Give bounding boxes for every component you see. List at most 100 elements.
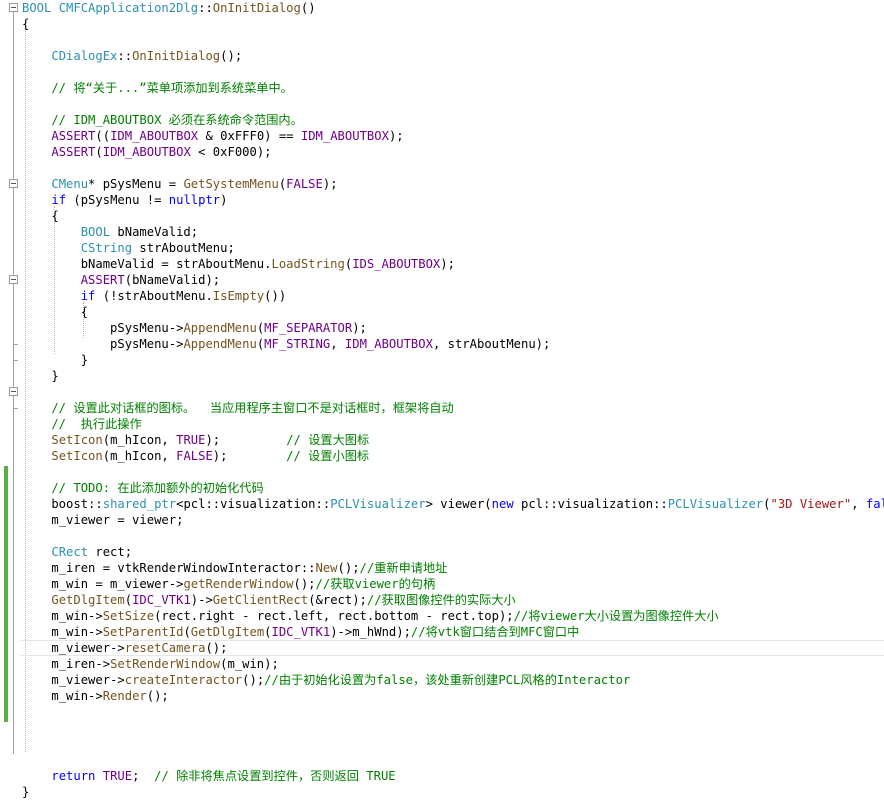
code-token: (( [95,129,111,143]
code-line[interactable]: ASSERT(IDM_ABOUTBOX < 0xF000); [22,144,271,160]
code-line[interactable]: } [22,352,88,368]
code-line[interactable]: m_viewer = viewer; [22,512,183,528]
code-line[interactable]: // IDM_ABOUTBOX 必须在系统命令范围内。 [22,112,302,128]
code-line[interactable]: // TODO: 在此添加额外的初始化代码 [22,480,263,496]
code-token: //由于初始化设置为false，该处重新创建PCL风格的Interactor [264,673,631,687]
code-token: FALSE [176,449,213,463]
code-line[interactable]: { [22,304,88,320]
code-editor[interactable]: BOOL CMFCApplication2Dlg::OnInitDialog()… [0,0,884,799]
code-token: :: [198,1,213,15]
code-token: BOOL [80,225,111,239]
code-line[interactable]: m_viewer->createInteractor();//由于初始化设置为f… [22,672,630,688]
code-line[interactable]: { [22,16,29,32]
code-token: m_viewer-> [22,641,125,655]
code-token: SetSize [102,609,155,623]
code-token: MF_SEPARATOR [264,321,353,335]
code-line[interactable]: m_win->SetSize(rect.right - rect.left, r… [22,608,718,624]
code-token: CMFCApplication2Dlg [58,1,199,15]
code-token: & 0xFFF0) == [198,129,301,143]
code-token: shared_ptr [102,497,177,511]
code-line[interactable]: ASSERT(bNameValid); [22,272,220,288]
code-token: IDM_ABOUTBOX [110,129,199,143]
code-line[interactable]: { [22,208,58,224]
code-token: pSysMenu-> [22,321,184,335]
code-line[interactable]: // 将“关于...”菜单项添加到系统菜单中。 [22,80,293,96]
code-line[interactable]: } [22,368,58,384]
code-token: ; [132,769,155,783]
code-line[interactable]: if (!strAboutMenu.IsEmpty()) [22,288,286,304]
code-line[interactable]: // 设置此对话框的图标。 当应用程序主窗口不是对话框时，框架将自动 [22,400,453,416]
fold-collapse-icon[interactable] [9,275,18,284]
code-token: m_viewer-> [22,673,125,687]
code-token: //获取viewer的句柄 [315,577,436,591]
code-token: ); [322,177,338,191]
code-token: (&rect); [308,593,367,607]
code-line[interactable]: // 执行此操作 [22,416,141,432]
code-token: New [315,561,338,575]
code-token: (); [293,577,316,591]
code-line[interactable]: m_win->Render(); [22,688,169,704]
fold-collapse-icon[interactable] [9,179,18,188]
fold-collapse-icon[interactable] [9,387,18,396]
code-line[interactable]: SetIcon(m_hIcon, TRUE); // 设置大图标 [22,432,369,448]
code-token: (!strAboutMenu. [95,289,213,303]
code-line[interactable]: m_iren = vtkRenderWindowInteractor::New(… [22,560,447,576]
code-line[interactable]: BOOL CMFCApplication2Dlg::OnInitDialog() [22,0,316,16]
code-token: CDialogEx [51,49,118,63]
code-line[interactable]: GetDlgItem(IDC_VTK1)->GetClientRect(&rec… [22,592,515,608]
code-line[interactable]: m_win->SetParentId(GetDlgItem(IDC_VTK1)-… [22,624,579,640]
code-line[interactable]: CMenu* pSysMenu = GetSystemMenu(FALSE); [22,176,338,192]
code-token: pcl::visualization:: [513,497,668,511]
code-token: return [51,769,96,783]
code-line[interactable]: CDialogEx::OnInitDialog(); [22,48,242,64]
code-token: (); [205,641,228,655]
code-token: IDS_ABOUTBOX [352,257,441,271]
code-token: ASSERT [51,129,96,143]
code-token: m_iren = vtkRenderWindowInteractor:: [22,561,316,575]
code-line[interactable]: BOOL bNameValid; [22,224,198,240]
code-token: ( [124,593,133,607]
code-token: CMenu [51,177,89,191]
fold-end-tick [13,408,18,409]
code-line[interactable]: ASSERT((IDM_ABOUTBOX & 0xFFF0) == IDM_AB… [22,128,403,144]
code-line[interactable]: m_iren->SetRenderWindow(m_win); [22,656,278,672]
code-token: (); [220,49,243,63]
code-token: (pSysMenu != [66,193,169,207]
code-token: { [22,305,89,319]
code-token: nullptr [168,193,221,207]
code-token: :: [88,497,103,511]
code-line[interactable]: SetIcon(m_hIcon, FALSE); // 设置小图标 [22,448,369,464]
code-token: () [300,1,316,15]
code-line[interactable]: pSysMenu->AppendMenu(MF_SEPARATOR); [22,320,367,336]
code-token: // 设置大图标 [286,433,370,447]
fold-collapse-icon[interactable] [9,3,18,12]
code-token: strAboutMenu; [132,241,235,255]
code-line[interactable]: m_viewer->resetCamera(); [22,640,227,656]
code-line[interactable]: CString strAboutMenu; [22,240,235,256]
code-line[interactable]: boost::shared_ptr<pcl::visualization::PC… [22,496,884,512]
code-token: ( [183,625,191,639]
code-token: IDM_ABOUTBOX [102,145,191,159]
code-token: new [491,497,514,511]
code-token: AppendMenu [183,321,257,335]
code-line[interactable]: return TRUE; // 除非将焦点设置到控件，否则返回 TRUE [22,768,395,784]
code-line[interactable]: pSysMenu->AppendMenu(MF_STRING, IDM_ABOU… [22,336,550,352]
code-token: m_win = m_viewer-> [22,577,184,591]
code-token: TRUE [102,769,133,783]
code-line[interactable]: } [22,784,29,800]
code-line[interactable]: m_win = m_viewer->getRenderWindow();//获取… [22,576,435,592]
code-line[interactable]: CRect rect; [22,544,132,560]
fold-outline-line [13,12,14,754]
code-token: ( [95,145,103,159]
code-line[interactable]: bNameValid = strAboutMenu.LoadString(IDS… [22,256,455,272]
code-token: PCLVisualizer [667,497,764,511]
code-token: if [51,193,67,207]
code-line[interactable]: if (pSysMenu != nullptr) [22,192,227,208]
code-token: (); [146,689,169,703]
